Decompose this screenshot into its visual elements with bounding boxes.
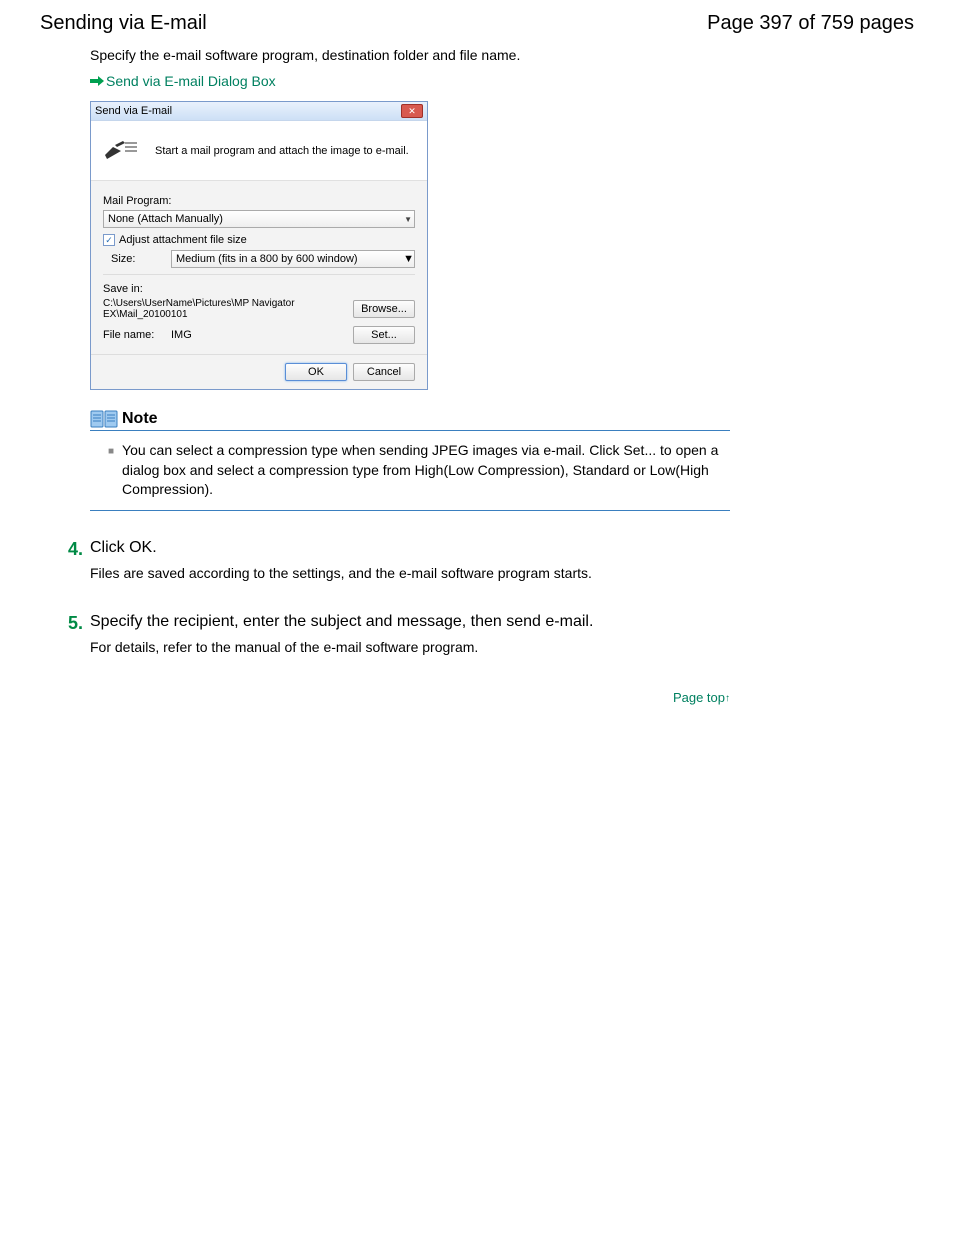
page-title: Sending via E-mail (40, 12, 207, 35)
mail-icon (103, 137, 139, 164)
size-value: Medium (fits in a 800 by 600 window) (176, 253, 358, 265)
send-via-email-link[interactable]: Send via E-mail Dialog Box (106, 73, 276, 89)
step-title: Specify the recipient, enter the subject… (90, 613, 914, 631)
dialog-title-text: Send via E-mail (95, 105, 172, 117)
step-number: 5. (68, 613, 90, 659)
mail-program-label: Mail Program: (103, 195, 415, 207)
set-button[interactable]: Set... (353, 326, 415, 344)
step-title: Click OK. (90, 539, 914, 557)
save-path-text: C:\Users\UserName\Pictures\MP Navigator … (103, 298, 353, 320)
step-text: Files are saved according to the setting… (90, 565, 914, 581)
dialog-banner-text: Start a mail program and attach the imag… (155, 145, 409, 157)
arrow-up-icon: ↑ (725, 693, 730, 704)
filename-label: File name: (103, 329, 171, 341)
note-title: Note (122, 410, 158, 428)
adjust-size-checkbox[interactable]: ✓ (103, 234, 115, 246)
page-top-link[interactable]: Page top↑ (673, 690, 730, 705)
save-in-label: Save in: (103, 283, 415, 295)
page-top-label: Page top (673, 690, 725, 705)
chevron-down-icon: ▼ (404, 215, 412, 224)
filename-value: IMG (171, 329, 353, 341)
size-select[interactable]: Medium (fits in a 800 by 600 window) ▼ (171, 250, 415, 268)
browse-button[interactable]: Browse... (353, 300, 415, 318)
mail-program-select[interactable]: None (Attach Manually) ▼ (103, 210, 415, 228)
cancel-button[interactable]: Cancel (353, 363, 415, 381)
ok-button[interactable]: OK (285, 363, 347, 381)
close-icon[interactable]: ✕ (401, 104, 423, 118)
mail-program-value: None (Attach Manually) (108, 213, 223, 225)
arrow-right-icon (90, 76, 104, 86)
note-text: You can select a compression type when s… (122, 441, 730, 500)
step-number: 4. (68, 539, 90, 585)
page-position: Page 397 of 759 pages (707, 12, 914, 35)
size-label: Size: (103, 253, 171, 265)
intro-text: Specify the e-mail software program, des… (90, 47, 914, 63)
step-text: For details, refer to the manual of the … (90, 639, 914, 655)
bullet-icon: ■ (108, 445, 114, 500)
chevron-down-icon: ▼ (403, 253, 414, 265)
adjust-size-label: Adjust attachment file size (119, 234, 247, 246)
note-icon (90, 410, 118, 428)
send-via-email-dialog: Send via E-mail ✕ Start a mail program a… (90, 101, 428, 390)
